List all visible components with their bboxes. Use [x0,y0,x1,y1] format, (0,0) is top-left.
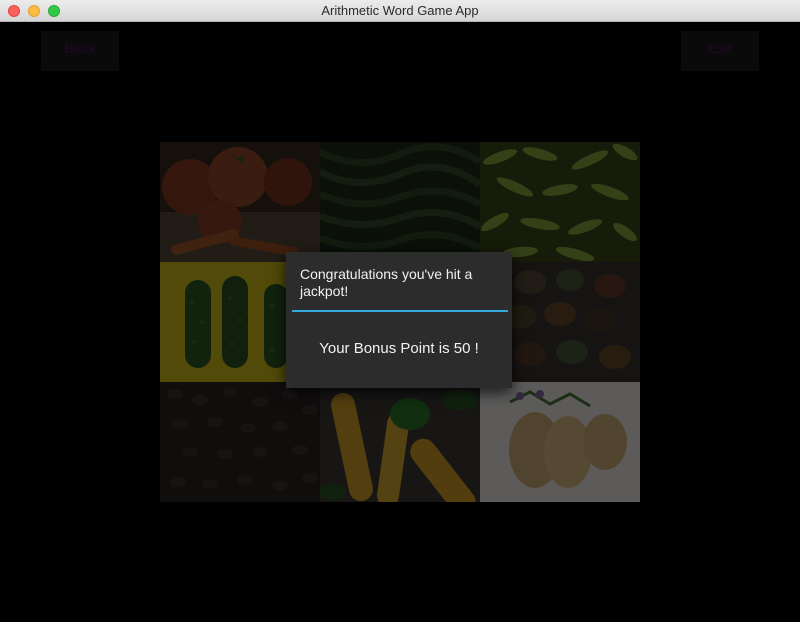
title-bar: Arithmetic Word Game App [0,0,800,22]
tile-potatoes[interactable] [480,382,640,502]
jackpot-dialog: Congratulations you've hit a jackpot! Yo… [286,252,512,388]
dialog-divider [292,310,508,312]
tile-tomatoes[interactable] [160,142,320,262]
app-window: Arithmetic Word Game App Back Exit Congr… [0,0,800,622]
tile-green-peppers[interactable] [480,142,640,262]
back-button[interactable]: Back [41,31,119,71]
tile-corn[interactable] [320,382,480,502]
tile-beans[interactable] [160,382,320,502]
window-title: Arithmetic Word Game App [321,3,479,18]
exit-button[interactable]: Exit [681,31,759,71]
dialog-title: Congratulations you've hit a jackpot! [300,266,473,299]
bonus-message: Your Bonus Point is 50 ! [319,340,479,357]
tile-green-beans[interactable] [320,142,480,262]
